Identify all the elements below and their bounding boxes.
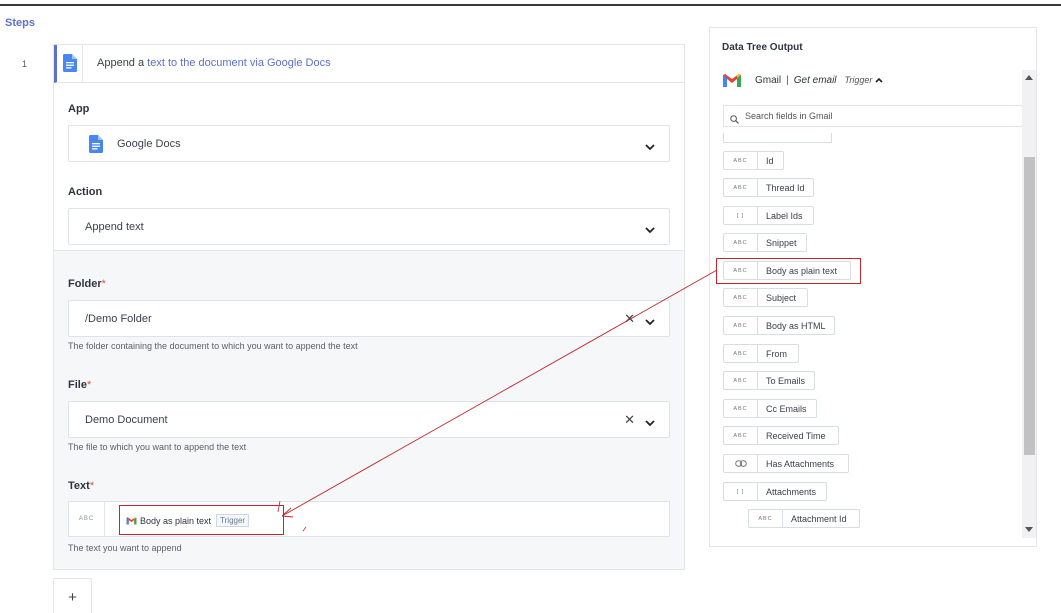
data-tree-panel: Data Tree Output Gmail | Get email Trigg… — [709, 27, 1037, 547]
text-type-badge: ABC — [724, 179, 758, 196]
steps-title: Steps — [5, 17, 35, 29]
data-tree-title: Data Tree Output — [722, 42, 803, 53]
field-name: Subject — [766, 292, 797, 303]
app-select[interactable]: Google Docs — [68, 125, 670, 162]
field-name: Thread Id — [766, 182, 805, 193]
field-pill[interactable]: [ ] Label Ids — [723, 206, 814, 225]
array-type-badge: [ ] — [724, 207, 758, 224]
partial-field-pill — [723, 133, 832, 143]
file-label: File* — [68, 379, 92, 391]
search-fields-input[interactable]: Search fields in Gmail — [723, 105, 1023, 127]
body-token[interactable]: Body as plain text Trigger — [126, 512, 250, 529]
field-name: To Emails — [766, 375, 806, 386]
text-input[interactable]: ABC Body as plain text Trigger — [68, 501, 670, 537]
token-trigger-badge: Trigger — [216, 514, 250, 527]
file-value: Demo Document — [85, 414, 168, 426]
field-pill[interactable]: [ ] Attachments — [723, 482, 827, 501]
add-step-button[interactable]: + — [53, 578, 92, 613]
field-name: Attachments — [766, 486, 817, 497]
source-trigger: Trigger — [844, 75, 873, 85]
file-hint: The file to which you want to append the… — [68, 442, 247, 452]
chevron-down-icon[interactable] — [645, 221, 655, 239]
token-label: Body as plain text — [140, 515, 212, 526]
folder-hint: The folder containing the document to wh… — [68, 341, 358, 351]
text-type-badge: ABC — [724, 345, 758, 362]
field-pill[interactable]: ABC Id — [723, 151, 784, 170]
parameters-section: Folder* /Demo Folder ✕ The folder contai… — [54, 250, 684, 569]
text-type-badge: ABC — [749, 510, 783, 527]
scroll-thumb[interactable] — [1024, 157, 1035, 455]
text-label: Text* — [68, 480, 95, 492]
step-title-link: text to the document via Google Docs — [147, 57, 331, 69]
chevron-down-icon[interactable] — [645, 138, 655, 156]
app-label: App — [68, 103, 90, 115]
step-title: Append a text to the document via Google… — [97, 57, 331, 69]
action-label: Action — [68, 186, 103, 198]
field-name: Id — [766, 155, 774, 166]
field-pill[interactable]: Has Attachments — [723, 454, 849, 473]
field-name: Received Time — [766, 430, 826, 441]
file-select[interactable]: Demo Document ✕ — [68, 401, 670, 438]
clear-icon[interactable]: ✕ — [624, 312, 635, 325]
google-docs-icon — [89, 135, 103, 158]
field-name: From — [766, 348, 787, 359]
step-card: Append a text to the document via Google… — [53, 44, 685, 570]
field-name: Cc Emails — [766, 403, 807, 414]
field-name: Has Attachments — [766, 458, 835, 469]
array-type-badge: [ ] — [724, 483, 758, 500]
field-pill[interactable]: ABC Body as HTML — [723, 316, 835, 335]
field-pill[interactable]: ABC Snippet — [723, 233, 807, 252]
scroll-up-icon[interactable] — [1025, 75, 1033, 80]
field-pill[interactable]: ABC Thread Id — [723, 178, 814, 197]
text-type-badge: ABC — [724, 427, 758, 444]
search-placeholder: Search fields in Gmail — [745, 111, 833, 121]
field-pill[interactable]: ABC Attachment Id — [748, 509, 860, 528]
google-docs-icon — [63, 54, 77, 77]
clear-icon[interactable]: ✕ — [624, 413, 635, 426]
top-divider — [0, 4, 1061, 6]
text-type-badge: ABC — [724, 372, 758, 389]
field-pill[interactable]: ABC Received Time — [723, 426, 839, 445]
chevron-down-icon[interactable] — [645, 313, 655, 331]
field-highlight-box — [716, 258, 861, 284]
field-name: Snippet — [766, 237, 797, 248]
source-event: Get email — [793, 74, 837, 86]
app-value: Google Docs — [117, 138, 181, 150]
chevron-down-icon[interactable] — [645, 414, 655, 432]
step-header[interactable]: Append a text to the document via Google… — [54, 45, 684, 83]
field-name: Label Ids — [766, 210, 803, 221]
step-number: 1 — [22, 59, 28, 69]
folder-select[interactable]: /Demo Folder ✕ — [68, 300, 670, 337]
text-type-badge: ABC — [69, 502, 105, 536]
search-icon — [730, 111, 739, 129]
app-action-section: App Google Docs Action Append text — [54, 83, 684, 250]
gmail-icon — [126, 517, 137, 525]
link-type-icon — [724, 455, 758, 472]
source-app-name: Gmail — [755, 74, 782, 86]
text-type-badge: ABC — [724, 152, 758, 169]
chevron-up-icon[interactable] — [875, 76, 883, 85]
data-tree-source[interactable]: Gmail | Get email Trigger — [722, 72, 883, 88]
folder-value: /Demo Folder — [85, 313, 152, 325]
action-value: Append text — [85, 221, 144, 233]
text-hint: The text you want to append — [68, 543, 182, 553]
folder-label: Folder* — [68, 278, 106, 290]
scroll-down-icon[interactable] — [1025, 527, 1033, 532]
field-pill[interactable]: ABC Subject — [723, 288, 808, 307]
scrollbar[interactable] — [1022, 70, 1036, 538]
field-pill[interactable]: ABC To Emails — [723, 371, 815, 390]
action-select[interactable]: Append text — [68, 208, 670, 245]
field-pill[interactable]: ABC From — [723, 344, 799, 363]
gmail-icon — [723, 74, 741, 87]
header-divider — [82, 45, 83, 82]
body-token-highlight[interactable]: Body as plain text Trigger — [119, 505, 284, 535]
field-name: Body as HTML — [766, 320, 826, 331]
text-type-badge: ABC — [724, 234, 758, 251]
field-name: Attachment Id — [791, 513, 847, 524]
text-type-badge: ABC — [724, 317, 758, 334]
text-type-badge: ABC — [724, 400, 758, 417]
field-pill[interactable]: ABC Cc Emails — [723, 399, 817, 418]
text-type-badge: ABC — [724, 289, 758, 306]
